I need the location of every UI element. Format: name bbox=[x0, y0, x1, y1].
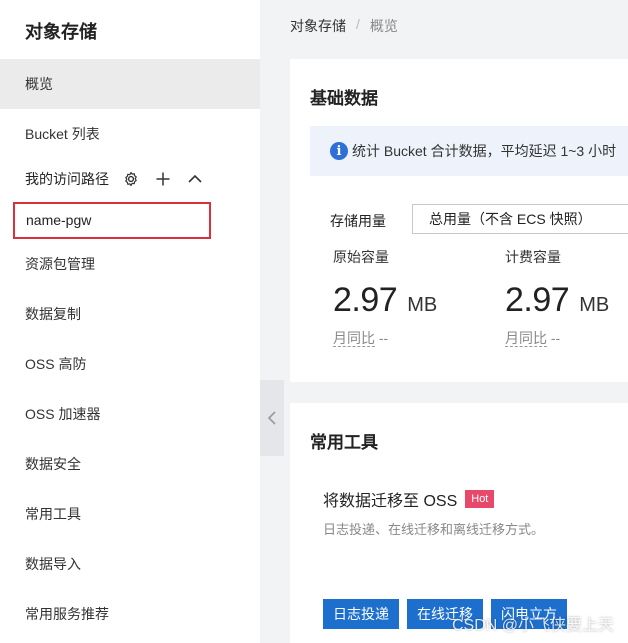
sidebar-item-resource-pack[interactable]: 资源包管理 bbox=[0, 239, 260, 289]
metric-yoy-label[interactable]: 月同比 bbox=[505, 330, 547, 347]
tool-item-title: 将数据迁移至 OSS Hot bbox=[323, 487, 495, 511]
chevron-left-icon bbox=[267, 411, 276, 425]
metric-label: 原始容量 bbox=[333, 249, 389, 265]
basic-data-title: 基础数据 bbox=[310, 89, 378, 108]
breadcrumb-current: 概览 bbox=[369, 18, 398, 34]
breadcrumb: 对象存储 / 概览 bbox=[290, 16, 398, 36]
metric-billing-capacity: 计费容量 2.97 MB 月同比 -- bbox=[505, 247, 628, 348]
access-path-label: 我的访问路径 bbox=[25, 171, 109, 187]
metric-yoy-label[interactable]: 月同比 bbox=[333, 330, 375, 347]
metric-unit: MB bbox=[407, 294, 438, 316]
sidebar-item-data-security[interactable]: 数据安全 bbox=[0, 439, 260, 489]
sidebar-item-data-replication[interactable]: 数据复制 bbox=[0, 289, 260, 339]
metric-raw-capacity: 原始容量 2.97 MB 月同比 -- bbox=[333, 247, 503, 348]
metric-value: 2.97 bbox=[333, 281, 398, 319]
metric-value: 2.97 bbox=[505, 281, 570, 319]
common-tools-card: 常用工具 将数据迁移至 OSS Hot 日志投递、在线迁移和离线迁移方式。 日志… bbox=[290, 403, 628, 643]
metric-yoy-value: -- bbox=[378, 330, 389, 346]
tool-item-name: 将数据迁移至 OSS bbox=[323, 493, 458, 510]
metric-unit: MB bbox=[579, 294, 610, 316]
watermark: CSDN @小飞侠要上天 bbox=[451, 617, 614, 634]
info-icon: i bbox=[330, 142, 348, 160]
access-path-item-name-pgw[interactable]: name-pgw bbox=[13, 202, 211, 239]
sidebar-item-oss-accelerator[interactable]: OSS 加速器 bbox=[0, 389, 260, 439]
sidebar-item-bucket-list[interactable]: Bucket 列表 bbox=[0, 109, 260, 159]
common-tools-title: 常用工具 bbox=[310, 433, 378, 452]
sidebar-collapse-toggle[interactable] bbox=[260, 380, 284, 456]
hot-badge: Hot bbox=[465, 490, 495, 508]
basic-data-card: 基础数据 i 统计 Bucket 合计数据，平均延迟 1~3 小时 存储用量 总… bbox=[290, 59, 628, 382]
info-banner: i 统计 Bucket 合计数据，平均延迟 1~3 小时 bbox=[310, 126, 628, 176]
tool-item-desc: 日志投递、在线迁移和离线迁移方式。 bbox=[323, 522, 545, 537]
sidebar-item-overview[interactable]: 概览 bbox=[0, 59, 260, 109]
gear-icon[interactable] bbox=[121, 169, 141, 189]
log-delivery-button[interactable]: 日志投递 bbox=[323, 599, 399, 629]
storage-usage-select[interactable]: 总用量（不含 ECS 快照） bbox=[412, 204, 628, 234]
sidebar-item-common-tools[interactable]: 常用工具 bbox=[0, 489, 260, 539]
sidebar-item-data-import[interactable]: 数据导入 bbox=[0, 539, 260, 589]
metric-label: 计费容量 bbox=[505, 249, 561, 265]
chevron-up-icon[interactable] bbox=[185, 169, 205, 189]
breadcrumb-separator: / bbox=[356, 16, 360, 32]
access-path-header: 我的访问路径 bbox=[25, 166, 205, 192]
info-text: 统计 Bucket 合计数据，平均延迟 1~3 小时 bbox=[352, 143, 617, 159]
plus-icon[interactable] bbox=[153, 169, 173, 189]
sidebar-item-service-recommend[interactable]: 常用服务推荐 bbox=[0, 589, 260, 639]
sidebar-title: 对象存储 bbox=[25, 22, 97, 42]
metric-yoy-value: -- bbox=[550, 330, 561, 346]
breadcrumb-root[interactable]: 对象存储 bbox=[290, 16, 346, 36]
sidebar-item-oss-ddos[interactable]: OSS 高防 bbox=[0, 339, 260, 389]
sidebar: 对象存储 概览 Bucket 列表 我的访问路径 name-pgw 资源包管理 … bbox=[0, 0, 260, 643]
storage-usage-label: 存储用量 bbox=[330, 213, 386, 229]
